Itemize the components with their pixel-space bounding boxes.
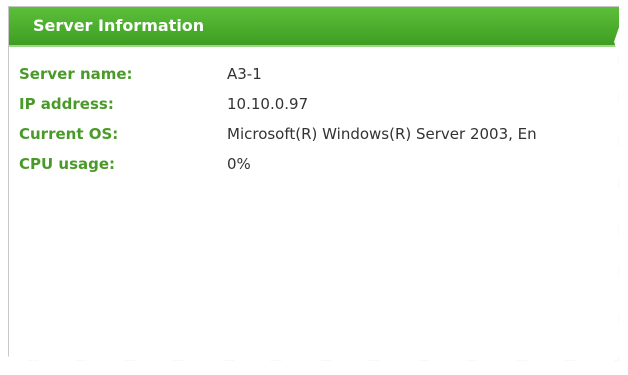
- server-information-panel: Server Information Server name: A3-1 IP …: [8, 6, 619, 361]
- cpu-usage-value: 0%: [227, 155, 251, 173]
- panel-title: Server Information: [33, 16, 205, 35]
- screenshot-stage: Server Information Server name: A3-1 IP …: [0, 0, 628, 375]
- panel-header: Server Information: [9, 7, 619, 47]
- server-name-row: Server name: A3-1: [19, 59, 619, 89]
- ip-address-label: IP address:: [19, 95, 114, 113]
- current-os-label: Current OS:: [19, 125, 119, 143]
- cpu-usage-label: CPU usage:: [19, 155, 116, 173]
- current-os-value: Microsoft(R) Windows(R) Server 2003, En: [227, 125, 537, 143]
- server-info-table: Server name: A3-1 IP address: 10.10.0.97…: [19, 59, 619, 179]
- ip-address-value: 10.10.0.97: [227, 95, 309, 113]
- server-name-value: A3-1: [227, 65, 262, 83]
- ip-address-row: IP address: 10.10.0.97: [19, 89, 619, 119]
- cpu-usage-row: CPU usage: 0%: [19, 149, 619, 179]
- server-name-label: Server name:: [19, 65, 133, 83]
- current-os-row: Current OS: Microsoft(R) Windows(R) Serv…: [19, 119, 619, 149]
